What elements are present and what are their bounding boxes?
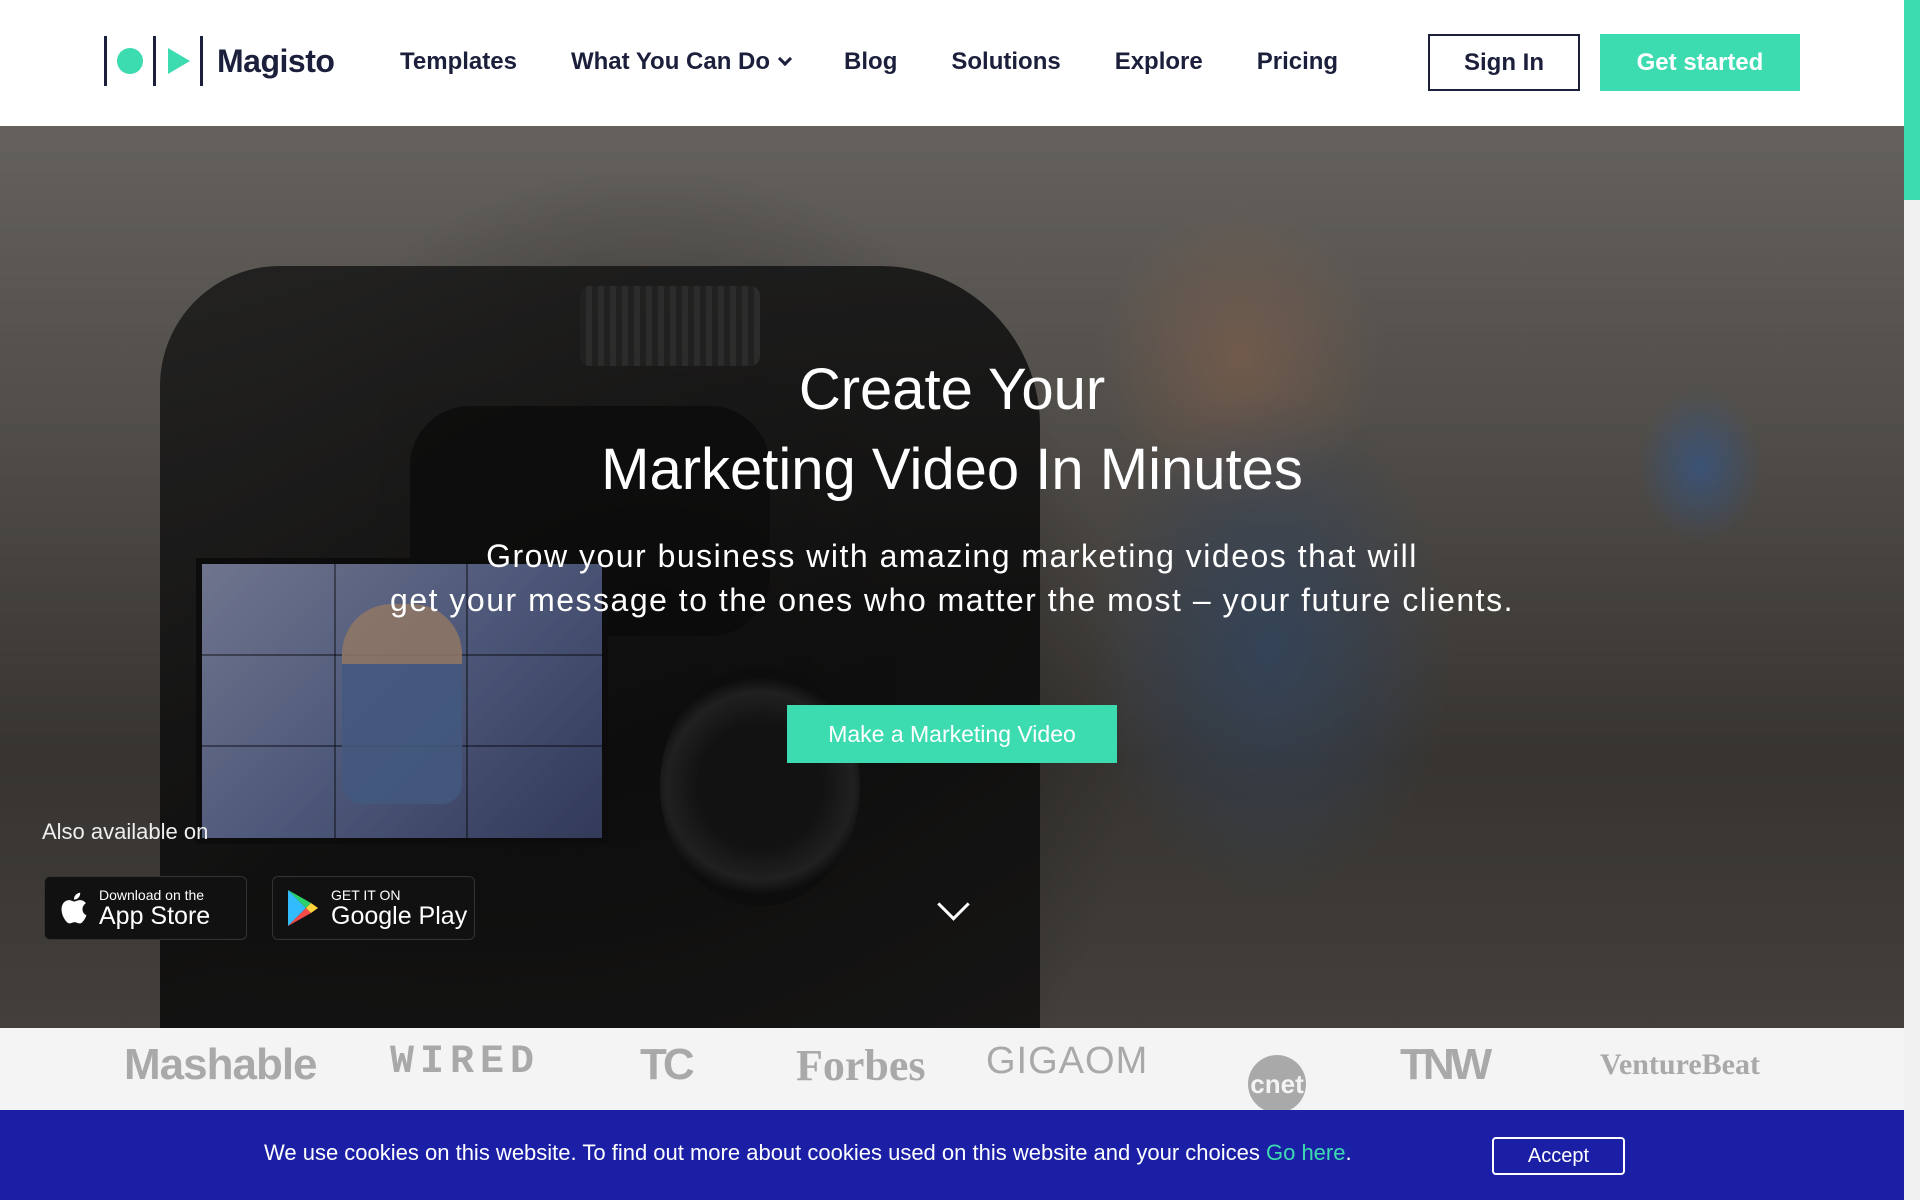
sign-in-button[interactable]: Sign In [1428,34,1580,91]
nav-what-you-can-do-label: What You Can Do [570,48,771,75]
cookie-go-here-link[interactable]: Go here [1266,1140,1346,1165]
nav-solutions[interactable]: Solutions [951,48,1060,76]
wired-logo: WIRED [390,1040,541,1085]
brand-name: Magisto [217,42,335,79]
hero-subtitle-line1: Grow your business with amazing marketin… [486,538,1418,574]
logo-bar-icon [153,36,156,86]
hero-title-line2: Marketing Video In Minutes [601,437,1303,502]
site-header: Magisto Templates What You Can Do Blog S… [0,0,1904,126]
also-available-label: Also available on [42,819,209,844]
logo-play-icon [168,48,190,74]
app-store-big-text: App Store [99,902,211,930]
nav-templates[interactable]: Templates [400,48,517,76]
mashable-logo: Mashable [124,1040,318,1089]
app-store-badge[interactable]: Download on the App Store [44,876,247,940]
hero-section: Create Your Marketing Video In Minutes G… [0,126,1904,1028]
hero-subtitle-line2: get your message to the ones who matter … [390,582,1514,618]
chevron-down-icon [777,51,793,67]
logo-bar-icon [104,36,107,86]
hero-title-line1: Create Your [798,357,1106,422]
make-marketing-video-button[interactable]: Make a Marketing Video [787,705,1117,763]
get-started-button[interactable]: Get started [1600,34,1800,91]
google-play-badge[interactable]: GET IT ON Google Play [272,876,475,940]
nav-pricing[interactable]: Pricing [1257,48,1338,76]
google-play-small-text: GET IT ON [331,887,401,903]
logo-bar-icon [200,36,203,86]
cookie-text: We use cookies on this website. To find … [264,1140,1266,1165]
nav-blog[interactable]: Blog [844,48,897,76]
google-play-big-text: Google Play [331,902,468,930]
tnw-logo: TNW [1400,1040,1492,1089]
apple-icon [57,890,89,926]
cookie-message: We use cookies on this website. To find … [264,1140,1352,1166]
hero-subtitle: Grow your business with amazing marketin… [0,534,1904,622]
forbes-logo: Forbes [796,1041,926,1090]
main-nav: Templates What You Can Do Blog Solutions… [400,48,1392,76]
google-play-icon [288,890,318,926]
magisto-logo[interactable]: Magisto [104,36,335,86]
techcrunch-logo: TC [640,1040,695,1089]
nav-explore[interactable]: Explore [1115,48,1203,76]
scrollbar-thumb[interactable] [1904,0,1920,200]
app-store-small-text: Download on the [99,887,205,903]
hero-title: Create Your Marketing Video In Minutes [0,350,1904,510]
scroll-down-chevron-icon[interactable] [937,891,967,921]
gigaom-logo: GIGAOM [986,1040,1149,1082]
cookie-text-end: . [1345,1140,1352,1165]
accept-cookies-button[interactable]: Accept [1492,1137,1625,1175]
logo-dot-icon [117,48,143,74]
venturebeat-logo: VentureBeat [1600,1048,1760,1081]
nav-what-you-can-do[interactable]: What You Can Do [570,48,793,76]
cnet-logo: cnet [1248,1055,1306,1113]
